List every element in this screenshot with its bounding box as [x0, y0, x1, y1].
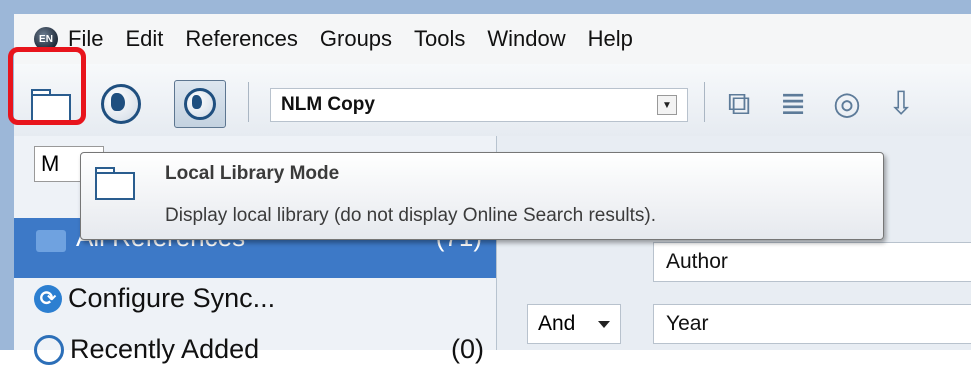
toolbar: NLM Copy ▼ ⧉ ≣ ◎ ⇩ [14, 64, 971, 137]
tooltip-title: Local Library Mode [165, 163, 340, 184]
online-search-mode-button[interactable] [96, 82, 146, 126]
chevron-down-icon [598, 320, 610, 328]
output-style-select[interactable]: NLM Copy ▼ [270, 88, 688, 122]
boolean-operator-select[interactable]: And [527, 304, 621, 344]
configure-sync-row[interactable]: ⟳ Configure Sync... [34, 283, 275, 314]
configure-sync-label: Configure Sync... [68, 283, 276, 313]
menu-help[interactable]: Help [588, 26, 633, 52]
menu-edit[interactable]: Edit [125, 26, 163, 52]
search-field-author[interactable]: Author [653, 242, 971, 282]
copy-formatted-icon[interactable]: ⧉ [722, 86, 756, 120]
boolean-operator-value: And [538, 312, 576, 335]
menu-references[interactable]: References [185, 26, 298, 52]
menu-window[interactable]: Window [487, 26, 565, 52]
app-window: EN File Edit References Groups Tools Win… [0, 0, 971, 365]
search-field-year[interactable]: Year [653, 304, 971, 344]
toolbar-separator [704, 82, 705, 122]
sync-icon: ⟳ [34, 284, 62, 313]
output-style-value: NLM Copy [281, 94, 375, 115]
menu-groups[interactable]: Groups [320, 26, 392, 52]
chevron-down-icon[interactable]: ▼ [657, 95, 677, 115]
import-icon[interactable]: ⇩ [884, 86, 918, 120]
highlight-box [8, 47, 86, 125]
tooltip-description: Display local library (do not display On… [165, 205, 657, 226]
references-icon [36, 230, 66, 252]
folder-icon [95, 167, 135, 200]
integrated-library-mode-button[interactable] [174, 80, 226, 128]
menubar: EN File Edit References Groups Tools Win… [14, 14, 971, 64]
new-reference-icon[interactable]: ≣ [776, 86, 810, 120]
tooltip: Local Library Mode Display local library… [80, 152, 884, 240]
toolbar-separator [248, 82, 249, 122]
online-search-icon[interactable]: ◎ [830, 86, 864, 120]
globe-icon [101, 84, 141, 124]
globe-in-box-icon [184, 88, 216, 120]
menu-tools[interactable]: Tools [414, 26, 465, 52]
